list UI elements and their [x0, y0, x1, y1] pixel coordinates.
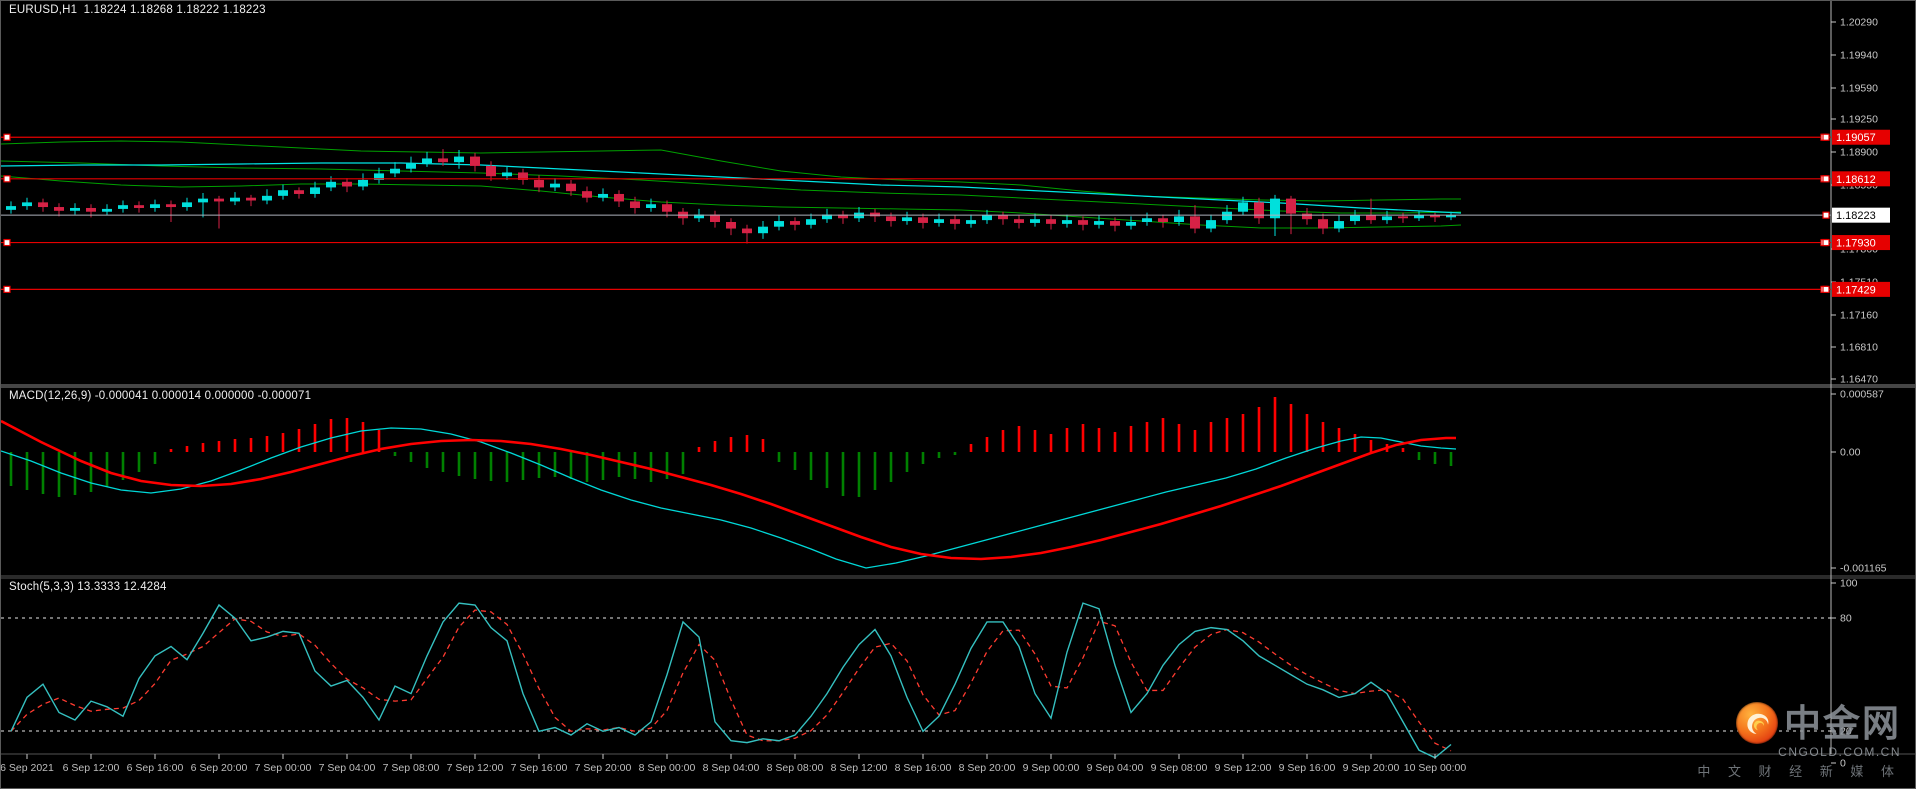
ohlc-readout: 1.18224 1.18268 1.18222 1.18223	[83, 4, 266, 16]
svg-text:0: 0	[1840, 758, 1846, 770]
svg-text:9 Sep 08:00: 9 Sep 08:00	[1151, 762, 1208, 774]
svg-text:9 Sep 16:00: 9 Sep 16:00	[1279, 762, 1336, 774]
stoch-axis: 100 80 20 0	[1831, 578, 1858, 770]
symbol-timeframe-label: EURUSD,H1	[9, 4, 78, 16]
svg-text:0.00: 0.00	[1840, 447, 1861, 459]
svg-text:7 Sep 16:00: 7 Sep 16:00	[511, 762, 568, 774]
panel-separators	[1, 384, 1915, 755]
svg-text:6 Sep 2021: 6 Sep 2021	[1, 762, 54, 774]
svg-text:10 Sep 00:00: 10 Sep 00:00	[1404, 762, 1467, 774]
svg-text:1.19940: 1.19940	[1840, 50, 1878, 62]
stoch-indicator-label: Stoch(5,3,3) 13.3333 12.4284	[9, 581, 167, 593]
svg-text:20: 20	[1840, 726, 1852, 738]
candlestick-series[interactable]	[6, 149, 1456, 244]
macd-name: MACD(12,26,9)	[9, 390, 92, 402]
svg-text:1.18223: 1.18223	[1836, 210, 1876, 222]
svg-text:1.19057: 1.19057	[1836, 132, 1876, 144]
svg-text:9 Sep 04:00: 9 Sep 04:00	[1087, 762, 1144, 774]
price-badge: 1.17930	[1822, 235, 1890, 251]
svg-text:1.16810: 1.16810	[1840, 342, 1878, 354]
svg-text:1.19590: 1.19590	[1840, 83, 1878, 95]
svg-text:8 Sep 20:00: 8 Sep 20:00	[959, 762, 1016, 774]
svg-text:0.000587: 0.000587	[1840, 389, 1884, 401]
price-badge: 1.18223	[1822, 207, 1890, 223]
svg-text:-0.001165: -0.001165	[1840, 563, 1887, 575]
price-axis[interactable]: 1.202901.199401.195901.192501.189001.185…	[1831, 17, 1878, 386]
svg-text:6 Sep 16:00: 6 Sep 16:00	[127, 762, 184, 774]
price-badge: 1.17429	[1822, 281, 1890, 297]
time-axis[interactable]: 6 Sep 2021 6 Sep 12:00 6 Sep 16:00 6 Sep 20…	[1, 754, 1466, 774]
band-upper-line	[1, 140, 1461, 202]
svg-text:6 Sep 20:00: 6 Sep 20:00	[191, 762, 248, 774]
svg-text:7 Sep 00:00: 7 Sep 00:00	[255, 762, 312, 774]
svg-text:80: 80	[1840, 613, 1852, 625]
svg-text:100: 100	[1840, 578, 1858, 590]
svg-text:8 Sep 12:00: 8 Sep 12:00	[831, 762, 888, 774]
svg-text:1.19250: 1.19250	[1840, 114, 1878, 126]
resistance-support-lines	[1, 133, 1831, 293]
mt4-chart-window: EURUSD,H1 1.18224 1.18268 1.18222 1.1822…	[0, 0, 1916, 789]
svg-text:7 Sep 08:00: 7 Sep 08:00	[383, 762, 440, 774]
symbol-title: EURUSD,H1 1.18224 1.18268 1.18222 1.1822…	[9, 4, 266, 16]
macd-values: -0.000041 0.000014 0.000000 -0.000071	[94, 390, 312, 402]
svg-text:9 Sep 00:00: 9 Sep 00:00	[1023, 762, 1080, 774]
svg-text:1.18612: 1.18612	[1836, 174, 1876, 186]
svg-text:8 Sep 00:00: 8 Sep 00:00	[639, 762, 696, 774]
stoch-d-line	[10, 609, 1452, 752]
stoch-name: Stoch(5,3,3)	[9, 581, 75, 593]
svg-text:9 Sep 20:00: 9 Sep 20:00	[1343, 762, 1400, 774]
price-badge: 1.18612	[1822, 171, 1890, 187]
svg-text:7 Sep 12:00: 7 Sep 12:00	[447, 762, 504, 774]
svg-text:1.17930: 1.17930	[1836, 238, 1876, 250]
svg-text:1.20290: 1.20290	[1840, 17, 1878, 29]
svg-text:8 Sep 08:00: 8 Sep 08:00	[767, 762, 824, 774]
svg-text:8 Sep 04:00: 8 Sep 04:00	[703, 762, 760, 774]
svg-text:1.17160: 1.17160	[1840, 310, 1878, 322]
svg-text:9 Sep 12:00: 9 Sep 12:00	[1215, 762, 1272, 774]
svg-text:8 Sep 16:00: 8 Sep 16:00	[895, 762, 952, 774]
macd-axis: 0.000587 0.00 -0.001165	[1831, 389, 1887, 575]
macd-histogram[interactable]	[9, 397, 1453, 497]
price-badge: 1.19057	[1822, 129, 1890, 145]
svg-text:1.17429: 1.17429	[1836, 284, 1876, 296]
svg-text:1.16470: 1.16470	[1840, 374, 1878, 386]
svg-text:7 Sep 04:00: 7 Sep 04:00	[319, 762, 376, 774]
macd-indicator-label: MACD(12,26,9) -0.000041 0.000014 0.00000…	[9, 390, 311, 402]
stoch-values: 13.3333 12.4284	[77, 581, 167, 593]
svg-text:1.18900: 1.18900	[1840, 147, 1878, 159]
svg-text:6 Sep 12:00: 6 Sep 12:00	[63, 762, 120, 774]
svg-text:7 Sep 20:00: 7 Sep 20:00	[575, 762, 632, 774]
